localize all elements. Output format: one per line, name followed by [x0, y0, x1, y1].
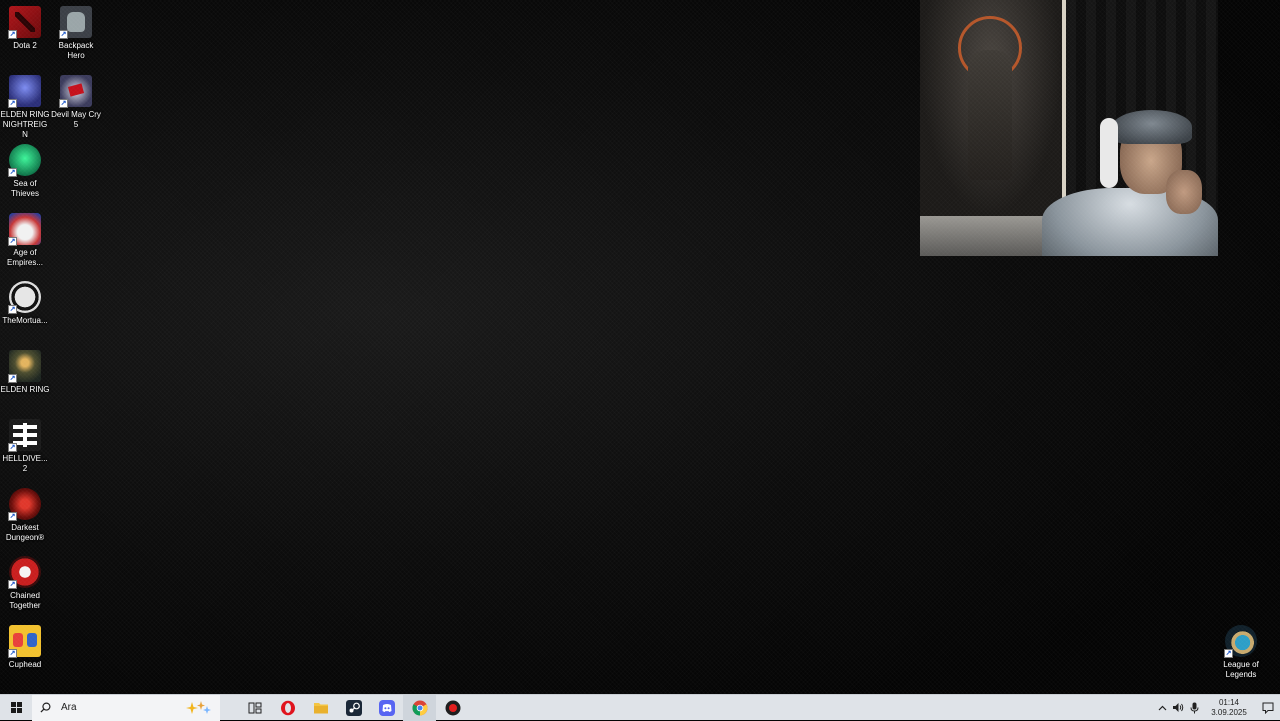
shortcut-arrow-icon: ↗	[8, 237, 17, 246]
desktop-icon-label: League of Legends	[1223, 660, 1259, 679]
desktop-icon-label: Cuphead	[8, 660, 42, 669]
notification-icon	[1262, 702, 1274, 714]
shortcut-arrow-icon: ↗	[59, 30, 68, 39]
dota2-icon: ↗	[8, 6, 41, 39]
desktop-icon-devil-may-cry-5[interactable]: ↗ Devil May Cry 5	[51, 75, 101, 130]
tray-microphone-button[interactable]	[1186, 695, 1202, 721]
tray-overflow-button[interactable]	[1154, 695, 1170, 721]
record-app-icon	[445, 700, 460, 715]
start-button[interactable]	[0, 695, 32, 721]
clock-time: 01:14	[1218, 697, 1240, 707]
task-view-button[interactable]	[238, 695, 271, 721]
steam-icon	[345, 699, 362, 716]
search-highlight-sparkle-icon	[186, 700, 211, 714]
shortcut-arrow-icon: ↗	[1224, 649, 1233, 658]
taskbar-app-discord[interactable]	[370, 695, 403, 721]
desktop-icon-label: Age of Empires...	[6, 248, 43, 267]
task-view-icon	[248, 702, 261, 713]
chevron-up-icon	[1158, 705, 1166, 710]
desktop-icon-label: ELDEN RING	[0, 385, 50, 394]
shortcut-arrow-icon: ↗	[8, 580, 17, 589]
webcam-overlay	[920, 0, 1218, 256]
desktop-icon-label: Devil May Cry 5	[51, 110, 101, 129]
devil-may-cry-5-icon: ↗	[59, 75, 92, 108]
sea-of-thieves-icon: ↗	[8, 144, 41, 177]
elden-ring-icon: ↗	[8, 350, 41, 383]
system-tray: 01:14 3.09.2025	[1154, 695, 1280, 721]
darkest-dungeon-icon: ↗	[8, 488, 41, 521]
shortcut-arrow-icon: ↗	[8, 649, 17, 658]
shortcut-arrow-icon: ↗	[59, 99, 68, 108]
desktop-icon-label: Sea of Thieves	[10, 179, 39, 198]
desktop-icon-age-of-empires[interactable]: ↗ Age of Empires...	[0, 213, 50, 268]
age-of-empires-icon: ↗	[8, 213, 41, 246]
taskbar-app-recorder[interactable]	[436, 695, 469, 721]
webcam-poster	[920, 0, 1066, 219]
streamer-headset	[1100, 118, 1118, 188]
shortcut-arrow-icon: ↗	[8, 512, 17, 521]
search-icon	[40, 702, 51, 713]
desktop-icon-label: Darkest Dungeon®	[5, 523, 45, 542]
shortcut-arrow-icon: ↗	[8, 168, 17, 177]
folder-icon	[313, 702, 328, 713]
taskbar-app-file-explorer[interactable]	[304, 695, 337, 721]
streamer-hand	[1166, 170, 1202, 214]
taskbar-app-steam[interactable]	[337, 695, 370, 721]
shortcut-arrow-icon: ↗	[8, 30, 17, 39]
poster-knight-figure	[968, 50, 1012, 180]
desktop-icon-chained-together[interactable]: ↗ Chained Together	[0, 556, 50, 611]
desktop: ↗ Dota 2 ↗ Backpack Hero ↗ ELDEN RING NI…	[0, 0, 1280, 694]
desktop-icon-cuphead[interactable]: ↗ Cuphead	[0, 625, 50, 670]
chained-together-icon: ↗	[8, 556, 41, 589]
microphone-icon	[1190, 702, 1198, 713]
taskbar-search-box[interactable]: Ara	[32, 694, 220, 721]
desktop-icon-label: TheMortua...	[2, 316, 48, 325]
discord-icon	[378, 699, 395, 716]
opera-icon	[280, 700, 295, 715]
cuphead-icon: ↗	[8, 625, 41, 658]
taskbar-app-opera[interactable]	[271, 695, 304, 721]
desktop-icon-sea-of-thieves[interactable]: ↗ Sea of Thieves	[0, 144, 50, 199]
backpack-hero-icon: ↗	[59, 6, 92, 39]
shortcut-arrow-icon: ↗	[8, 443, 17, 452]
taskbar-app-chrome[interactable]	[403, 694, 436, 721]
desktop-icon-the-mortuary[interactable]: ↗ TheMortua...	[0, 281, 50, 326]
shortcut-arrow-icon: ↗	[8, 305, 17, 314]
speaker-icon	[1173, 703, 1184, 712]
the-mortuary-icon: ↗	[8, 281, 41, 314]
desktop-icon-elden-ring[interactable]: ↗ ELDEN RING	[0, 350, 50, 395]
shortcut-arrow-icon: ↗	[8, 99, 17, 108]
elden-ring-nightreign-icon: ↗	[8, 75, 41, 108]
notification-center-button[interactable]	[1256, 695, 1280, 721]
chrome-icon	[412, 700, 427, 715]
desktop-icon-backpack-hero[interactable]: ↗ Backpack Hero	[51, 6, 101, 61]
windows-logo-icon	[10, 702, 22, 713]
desktop-icon-label: Dota 2	[13, 41, 37, 50]
desktop-icon-label: HELLDIVE... 2	[2, 454, 48, 473]
tray-volume-button[interactable]	[1170, 695, 1186, 721]
desktop-icon-league-of-legends[interactable]: ↗ League of Legends	[1216, 625, 1266, 680]
desktop-icon-label: Backpack Hero	[58, 41, 94, 60]
desktop-icon-dota-2[interactable]: ↗ Dota 2	[0, 6, 50, 51]
search-placeholder: Ara	[61, 702, 77, 713]
desktop-icon-darkest-dungeon[interactable]: ↗ Darkest Dungeon®	[0, 488, 50, 543]
desktop-icon-helldivers-2[interactable]: ↗ HELLDIVE... 2	[0, 419, 50, 474]
clock-date: 3.09.2025	[1211, 707, 1247, 717]
streamer-cap	[1112, 110, 1192, 144]
desktop-icon-label: ELDEN RING NIGHTREIGN	[0, 110, 50, 139]
taskbar: Ara 01:14 3.09.2025	[0, 694, 1280, 721]
desktop-icon-label: Chained Together	[9, 591, 41, 610]
league-of-legends-icon: ↗	[1224, 625, 1257, 658]
desktop-icon-elden-ring-nightreign[interactable]: ↗ ELDEN RING NIGHTREIGN	[0, 75, 50, 140]
helldivers-2-icon: ↗	[8, 419, 41, 452]
shortcut-arrow-icon: ↗	[8, 374, 17, 383]
taskbar-clock[interactable]: 01:14 3.09.2025	[1202, 698, 1256, 718]
